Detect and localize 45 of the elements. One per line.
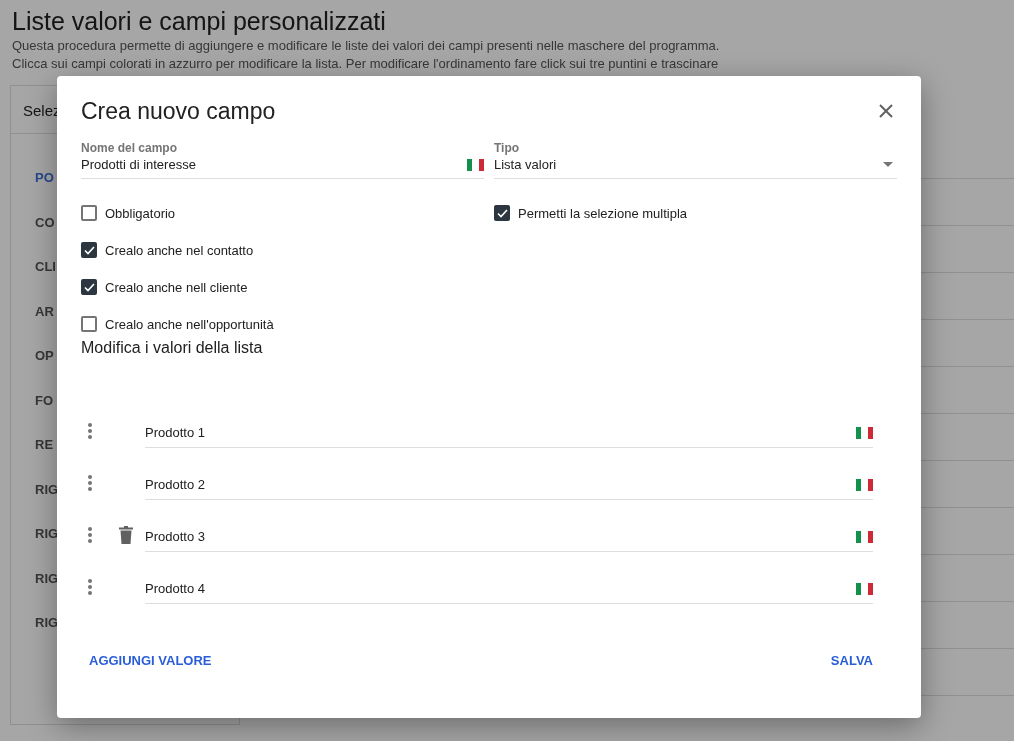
drag-handle-icon[interactable]	[87, 526, 93, 545]
italian-flag-icon	[856, 530, 873, 543]
checkbox[interactable]	[81, 205, 97, 222]
sidebar-item[interactable]: CO	[35, 212, 55, 232]
drag-handle-icon[interactable]	[87, 422, 93, 441]
value-field[interactable]: Prodotto 3	[145, 527, 856, 547]
checkbox[interactable]	[81, 279, 97, 296]
italian-flag-icon	[856, 582, 873, 595]
description-text: Clicca sui campi colorati in azzurro per modificare la lista. Per modificare l'ordinamento fare click sui tre puntini e trascinare	[12, 56, 720, 71]
type-select[interactable]: Tipo Lista valori	[494, 141, 897, 180]
italian-flag-icon	[467, 158, 484, 171]
checkbox[interactable]	[81, 242, 97, 259]
sidebar-item[interactable]: RIG	[35, 479, 59, 499]
trash-icon[interactable]	[119, 526, 133, 545]
italian-flag-icon	[856, 478, 873, 491]
section-heading: Modifica i valori della lista	[81, 338, 264, 358]
sidebar-item[interactable]: CLI	[35, 257, 56, 277]
add-value-button[interactable]: AGGIUNGI VALORE	[73, 643, 228, 679]
italian-flag-icon	[856, 426, 873, 439]
drag-handle-icon[interactable]	[87, 474, 93, 493]
checkbox-label: Crealo anche nell'opportunità	[105, 315, 274, 334]
description-text: Questa procedura permette di aggiungere e modificare le liste dei valori dei campi presenti nelle maschere del programma.	[12, 38, 721, 53]
checkbox-label: Crealo anche nell cliente	[105, 278, 248, 297]
checkbox-label: Crealo anche nel contatto	[105, 241, 254, 260]
sidebar-item[interactable]: RE	[35, 435, 54, 455]
name-field[interactable]: Prodotti di interesse	[81, 154, 461, 175]
value-field[interactable]: Prodotto 2	[145, 475, 856, 495]
checkbox-label: Obbligatorio	[105, 204, 176, 223]
checkbox[interactable]	[81, 316, 97, 333]
page-title: Liste valori e campi personalizzati	[12, 6, 387, 36]
drag-handle-icon[interactable]	[87, 578, 93, 597]
checkbox-label: Permetti la selezione multipla	[518, 204, 688, 223]
checkbox[interactable]	[494, 205, 510, 222]
sidebar-item[interactable]: AR	[35, 301, 54, 321]
value-field[interactable]: Prodotto 1	[145, 423, 856, 443]
sidebar-item[interactable]: RIG	[35, 613, 59, 633]
sidebar-item[interactable]: OP	[35, 346, 54, 366]
sidebar-item[interactable]: FO	[35, 390, 54, 410]
sidebar-item[interactable]: RIG	[35, 568, 59, 588]
value-field[interactable]: Prodotto 4	[145, 579, 856, 599]
save-button[interactable]: SALVA	[814, 643, 889, 679]
caret-icon[interactable]	[883, 162, 893, 168]
dialog: Crea nuovo campo Nome del campo Prodotti di interesse Tipo Lista valori Obbligatorio Crealo anche nel contatto Crealo anche nell cliente Crealo anche nell'opportunità Permetti la selezione multipla Modifica i valori della lista Prodotto 1 Prodotto 2 Prodotto 3 Prodotto 4 AGGIUNGI VALORE SALVA	[57, 76, 921, 718]
sidebar-item[interactable]: PO	[35, 168, 54, 188]
sidebar-item[interactable]: RIG	[35, 524, 59, 544]
